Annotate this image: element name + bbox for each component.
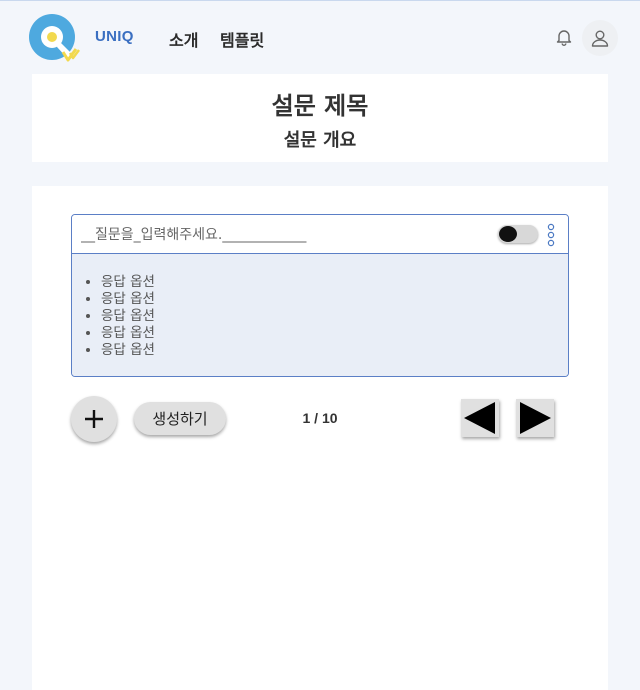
required-toggle[interactable] [498,225,538,243]
page-indicator: 1 / 10 [302,410,338,426]
answer-options-list: 응답 옵션 응답 옵션 응답 옵션 응답 옵션 응답 옵션 [101,274,155,359]
question-input[interactable] [81,223,381,247]
avatar[interactable] [582,20,618,56]
nav-template[interactable]: 템플릿 [220,27,264,51]
question-editor-card: 응답 옵션 응답 옵션 응답 옵션 응답 옵션 응답 옵션 생성하기 1 / 1… [32,186,608,690]
answer-option[interactable]: 응답 옵션 [101,342,155,359]
triangle-left-icon [464,402,495,434]
add-question-button[interactable] [71,396,117,442]
survey-header-card: 설문 제목 설문 개요 [32,74,608,162]
survey-title[interactable]: 설문 제목 [32,86,608,121]
answer-options-area: 응답 옵션 응답 옵션 응답 옵션 응답 옵션 응답 옵션 [72,254,568,376]
survey-summary[interactable]: 설문 개요 [32,126,608,152]
answer-option[interactable]: 응답 옵션 [101,274,155,291]
triangle-right-icon [520,402,551,434]
prev-page-button[interactable] [461,399,499,437]
answer-option[interactable]: 응답 옵션 [101,308,155,325]
user-icon [591,30,609,47]
app-header: UNIQ 소개 템플릿 [0,1,640,73]
answer-option[interactable]: 응답 옵션 [101,291,155,308]
create-button[interactable]: 생성하기 [134,402,226,435]
bell-icon[interactable] [555,28,573,46]
question-card: 응답 옵션 응답 옵션 응답 옵션 응답 옵션 응답 옵션 [71,214,569,377]
toggle-knob [499,226,517,242]
next-page-button[interactable] [516,399,554,437]
nav-about[interactable]: 소개 [169,27,198,51]
question-header [72,215,568,254]
brand-name[interactable]: UNIQ [95,28,134,45]
plus-icon [85,410,103,428]
uniq-logo-icon[interactable] [29,14,81,64]
more-vertical-icon[interactable] [546,223,556,249]
answer-option[interactable]: 응답 옵션 [101,325,155,342]
